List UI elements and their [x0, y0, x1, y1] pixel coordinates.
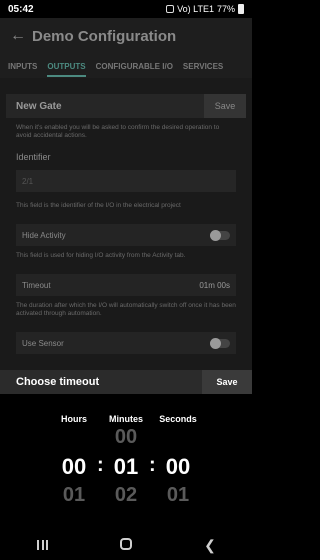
use-sensor-label: Use Sensor: [22, 338, 64, 348]
sheet-header: Choose timeout Save: [0, 370, 252, 394]
status-time: 05:42: [8, 3, 34, 15]
use-sensor-toggle[interactable]: [210, 337, 230, 349]
tab-services[interactable]: SERVICES: [183, 62, 223, 71]
minutes-next[interactable]: 02: [96, 484, 156, 507]
arrow-left-icon[interactable]: ←: [10, 27, 28, 45]
hours-minutes-separator: :: [97, 454, 104, 476]
notification-icon: [166, 5, 175, 13]
timeout-bottom-sheet: Choose timeout Save Hours Minutes Second…: [0, 370, 252, 530]
minutes-selected[interactable]: 01: [96, 454, 156, 480]
tab-bar: INPUTS OUTPUTS CONFIGURABLE I/O SERVICES: [0, 54, 252, 78]
hours-label: Hours: [60, 414, 87, 424]
timeout-help-text: The duration after which the I/O will au…: [16, 302, 236, 317]
hide-activity-label: Hide Activity: [22, 230, 66, 240]
hide-activity-toggle[interactable]: [210, 229, 230, 241]
status-bar: 05:42 Vo) LTE1 77%: [0, 0, 252, 18]
minutes-seconds-separator: :: [149, 454, 156, 476]
tab-configurable-io[interactable]: CONFIGURABLE I/O: [96, 62, 173, 71]
gate-header: New Gate Save: [6, 94, 246, 118]
home-icon[interactable]: [106, 537, 146, 553]
tab-outputs[interactable]: OUTPUTS: [47, 62, 86, 77]
seconds-selected[interactable]: 00: [148, 454, 208, 480]
minutes-previous[interactable]: 00: [96, 426, 156, 449]
tab-inputs[interactable]: INPUTS: [8, 62, 37, 71]
timeout-value: 01m 00s: [199, 280, 230, 290]
hours-selected[interactable]: 00: [44, 454, 104, 480]
page-title: Demo Configuration: [32, 27, 177, 45]
sheet-save-button[interactable]: Save: [202, 370, 252, 394]
minutes-label: Minutes: [108, 414, 143, 424]
seconds-label: Seconds: [159, 414, 197, 424]
recent-apps-icon[interactable]: [22, 537, 62, 553]
system-nav-bar: ❮: [0, 530, 252, 560]
app-bar: ← Demo Configuration: [0, 18, 252, 54]
battery-icon: [238, 4, 244, 14]
status-indicators: Vo) LTE1 77%: [166, 4, 244, 14]
configuration-screen: ← Demo Configuration INPUTS OUTPUTS CONF…: [0, 18, 252, 370]
identifier-field[interactable]: 2/1: [16, 170, 236, 192]
confirm-help-text: When it's enabled you will be asked to c…: [16, 124, 220, 139]
sheet-title: Choose timeout: [16, 376, 100, 388]
timeout-row[interactable]: Timeout 01m 00s: [16, 274, 236, 296]
use-sensor-row[interactable]: Use Sensor: [16, 332, 236, 354]
back-chevron-icon[interactable]: ❮: [190, 537, 230, 554]
timeout-label: Timeout: [22, 280, 51, 290]
identifier-help-text: This field is the identifier of the I/O …: [16, 202, 181, 209]
hours-next[interactable]: 01: [44, 484, 104, 507]
network-indicator: Vo) LTE1: [177, 4, 214, 14]
hide-activity-row[interactable]: Hide Activity: [16, 224, 236, 246]
hide-activity-help-text: This field is used for hiding I/O activi…: [16, 252, 186, 259]
gate-save-button[interactable]: Save: [204, 94, 246, 118]
battery-percent: 77%: [216, 4, 235, 14]
seconds-next[interactable]: 01: [148, 484, 208, 507]
gate-title: New Gate: [16, 100, 62, 112]
identifier-label: Identifier: [16, 152, 51, 162]
